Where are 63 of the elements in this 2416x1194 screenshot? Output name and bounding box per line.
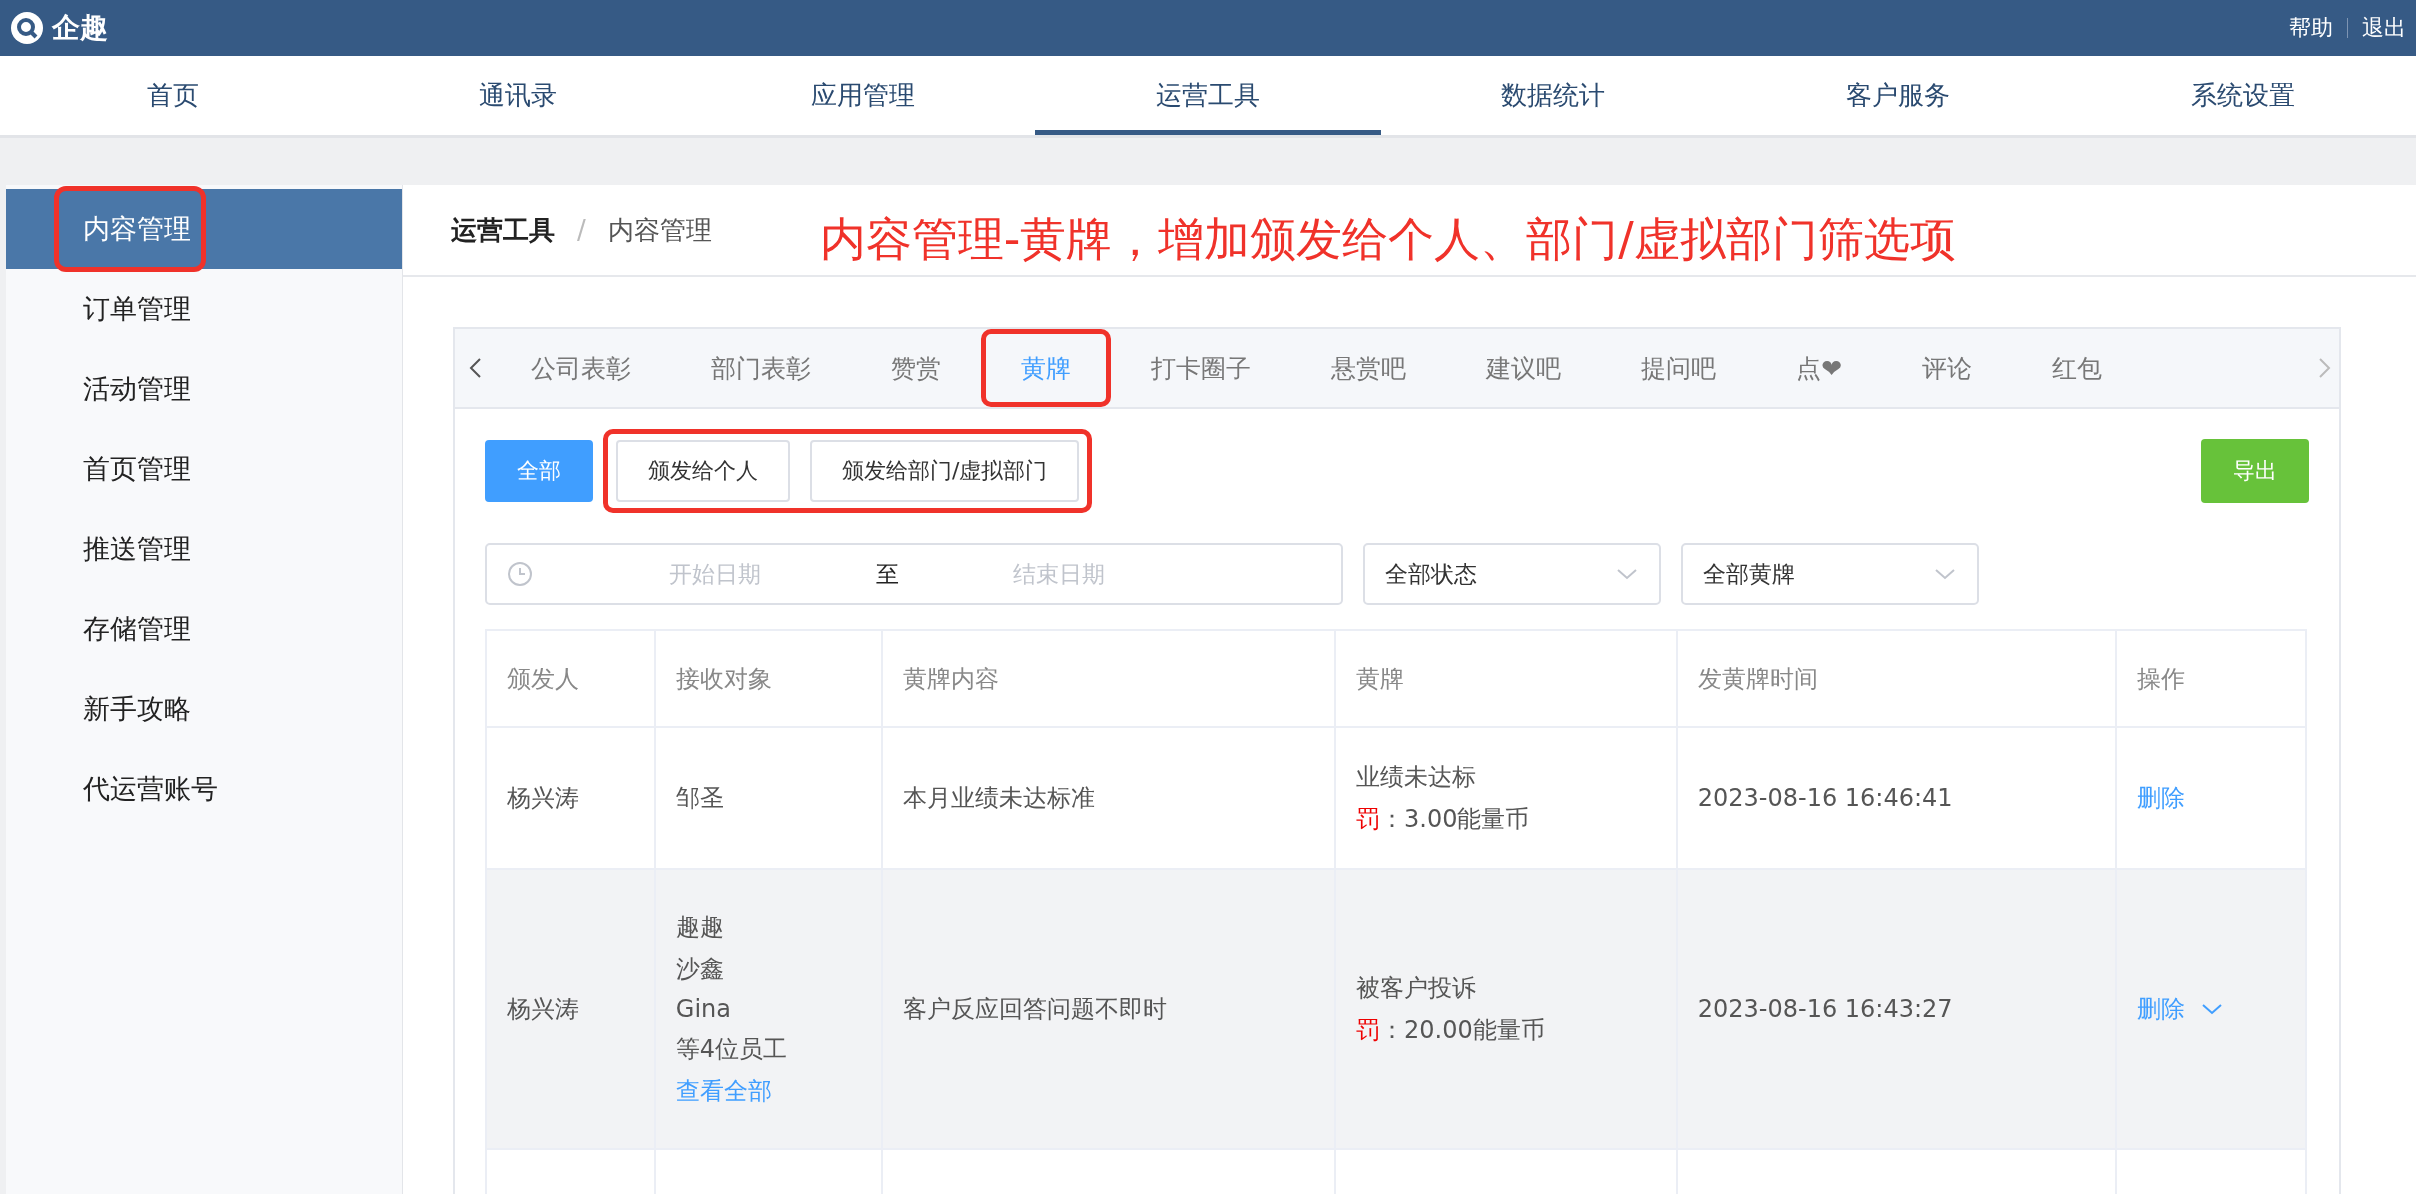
column-header: 黄牌	[1335, 630, 1677, 727]
column-header: 接收对象	[654, 630, 882, 727]
sidebar-item[interactable]: 活动管理	[6, 349, 402, 429]
brand-name: 企趣	[52, 10, 108, 46]
nav-tab[interactable]: 客户服务	[1725, 56, 2071, 135]
nav-tab[interactable]: 通讯录	[345, 56, 691, 135]
recipient-name: 沙鑫	[675, 954, 725, 985]
column-header: 颁发人	[486, 630, 655, 727]
sidebar-item[interactable]: 内容管理	[6, 189, 402, 269]
recipient-name: 趣趣	[675, 912, 725, 943]
card-name: 业绩未达标	[1356, 762, 1477, 793]
breadcrumb-separator: /	[577, 215, 586, 245]
date-range-field[interactable]: 开始日期 至 结束日期	[485, 543, 1343, 605]
tab[interactable]: 建议吧	[1446, 329, 1601, 407]
recipient-name: 邹圣	[675, 783, 725, 814]
caret-down-icon	[1615, 567, 1639, 581]
range-separator: 至	[874, 559, 900, 589]
tab[interactable]: 悬赏吧	[1291, 329, 1446, 407]
table-cell: 2023-08-16 16:43:27	[1676, 869, 2117, 1149]
select-field[interactable]: 全部黄牌	[1681, 543, 1979, 605]
end-date-input[interactable]: 结束日期	[917, 560, 1201, 588]
breadcrumb-link[interactable]: 运营工具	[451, 212, 555, 248]
breadcrumb-current: 内容管理	[607, 213, 712, 247]
filter-button[interactable]: 颁发给部门/虚拟部门	[810, 440, 1080, 502]
nav-tab[interactable]: 系统设置	[2070, 56, 2416, 135]
table-cell: 客户反应回答问题不即时	[881, 869, 1335, 1149]
header-link[interactable]: 退出	[2362, 13, 2406, 43]
sidebar-item[interactable]: 存储管理	[6, 589, 402, 669]
table-cell: 杨兴涛	[486, 869, 655, 1149]
nav-tab[interactable]: 运营工具	[1035, 56, 1381, 135]
start-date-input[interactable]: 开始日期	[573, 560, 857, 588]
sidebar-item[interactable]: 新手攻略	[6, 669, 402, 749]
penalty-text: 罚：20.00能量币	[1356, 1015, 1546, 1046]
caret-down-icon	[1933, 567, 1957, 581]
sidebar-item[interactable]: 代运营账号	[6, 749, 402, 829]
logo-icon	[10, 11, 44, 45]
tab[interactable]: 红包	[2011, 329, 2142, 407]
sidebar-item[interactable]: 订单管理	[6, 269, 402, 349]
tab[interactable]: 提问吧	[1601, 329, 1756, 407]
sidebar-item[interactable]: 推送管理	[6, 509, 402, 589]
header-link[interactable]: 帮助	[2289, 13, 2333, 43]
nav-tab[interactable]: 应用管理	[690, 56, 1036, 135]
tab[interactable]: 点❤	[1756, 329, 1882, 407]
recipient-name: 等4位员工	[675, 1034, 789, 1065]
filter-button[interactable]: 颁发给个人	[616, 440, 790, 502]
tab[interactable]: 赞赏	[851, 329, 981, 407]
annotation-text: 内容管理-黄牌，增加颁发给个人、部门/虚拟部门筛选项	[819, 211, 1956, 268]
tab[interactable]: 部门表彰	[671, 329, 851, 407]
penalty-text: 罚：3.00能量币	[1356, 804, 1531, 835]
select-field[interactable]: 全部状态	[1363, 543, 1661, 605]
tab[interactable]: 评论	[1881, 329, 2012, 407]
column-header: 黄牌内容	[881, 630, 1335, 727]
recipient-name: Gina	[675, 995, 732, 1023]
column-header: 操作	[2116, 630, 2306, 727]
sidebar-item[interactable]: 首页管理	[6, 429, 402, 509]
clock-icon	[507, 561, 533, 587]
column-header: 发黄牌时间	[1676, 630, 2117, 727]
tab[interactable]: 打卡圈子	[1111, 329, 1291, 407]
nav-tab[interactable]: 数据统计	[1380, 56, 1726, 135]
caret-down-icon[interactable]	[2201, 1002, 2224, 1016]
nav-tab[interactable]: 首页	[0, 56, 346, 135]
tab[interactable]: 公司表彰	[491, 329, 671, 407]
card-name: 被客户投诉	[1356, 973, 1477, 1004]
